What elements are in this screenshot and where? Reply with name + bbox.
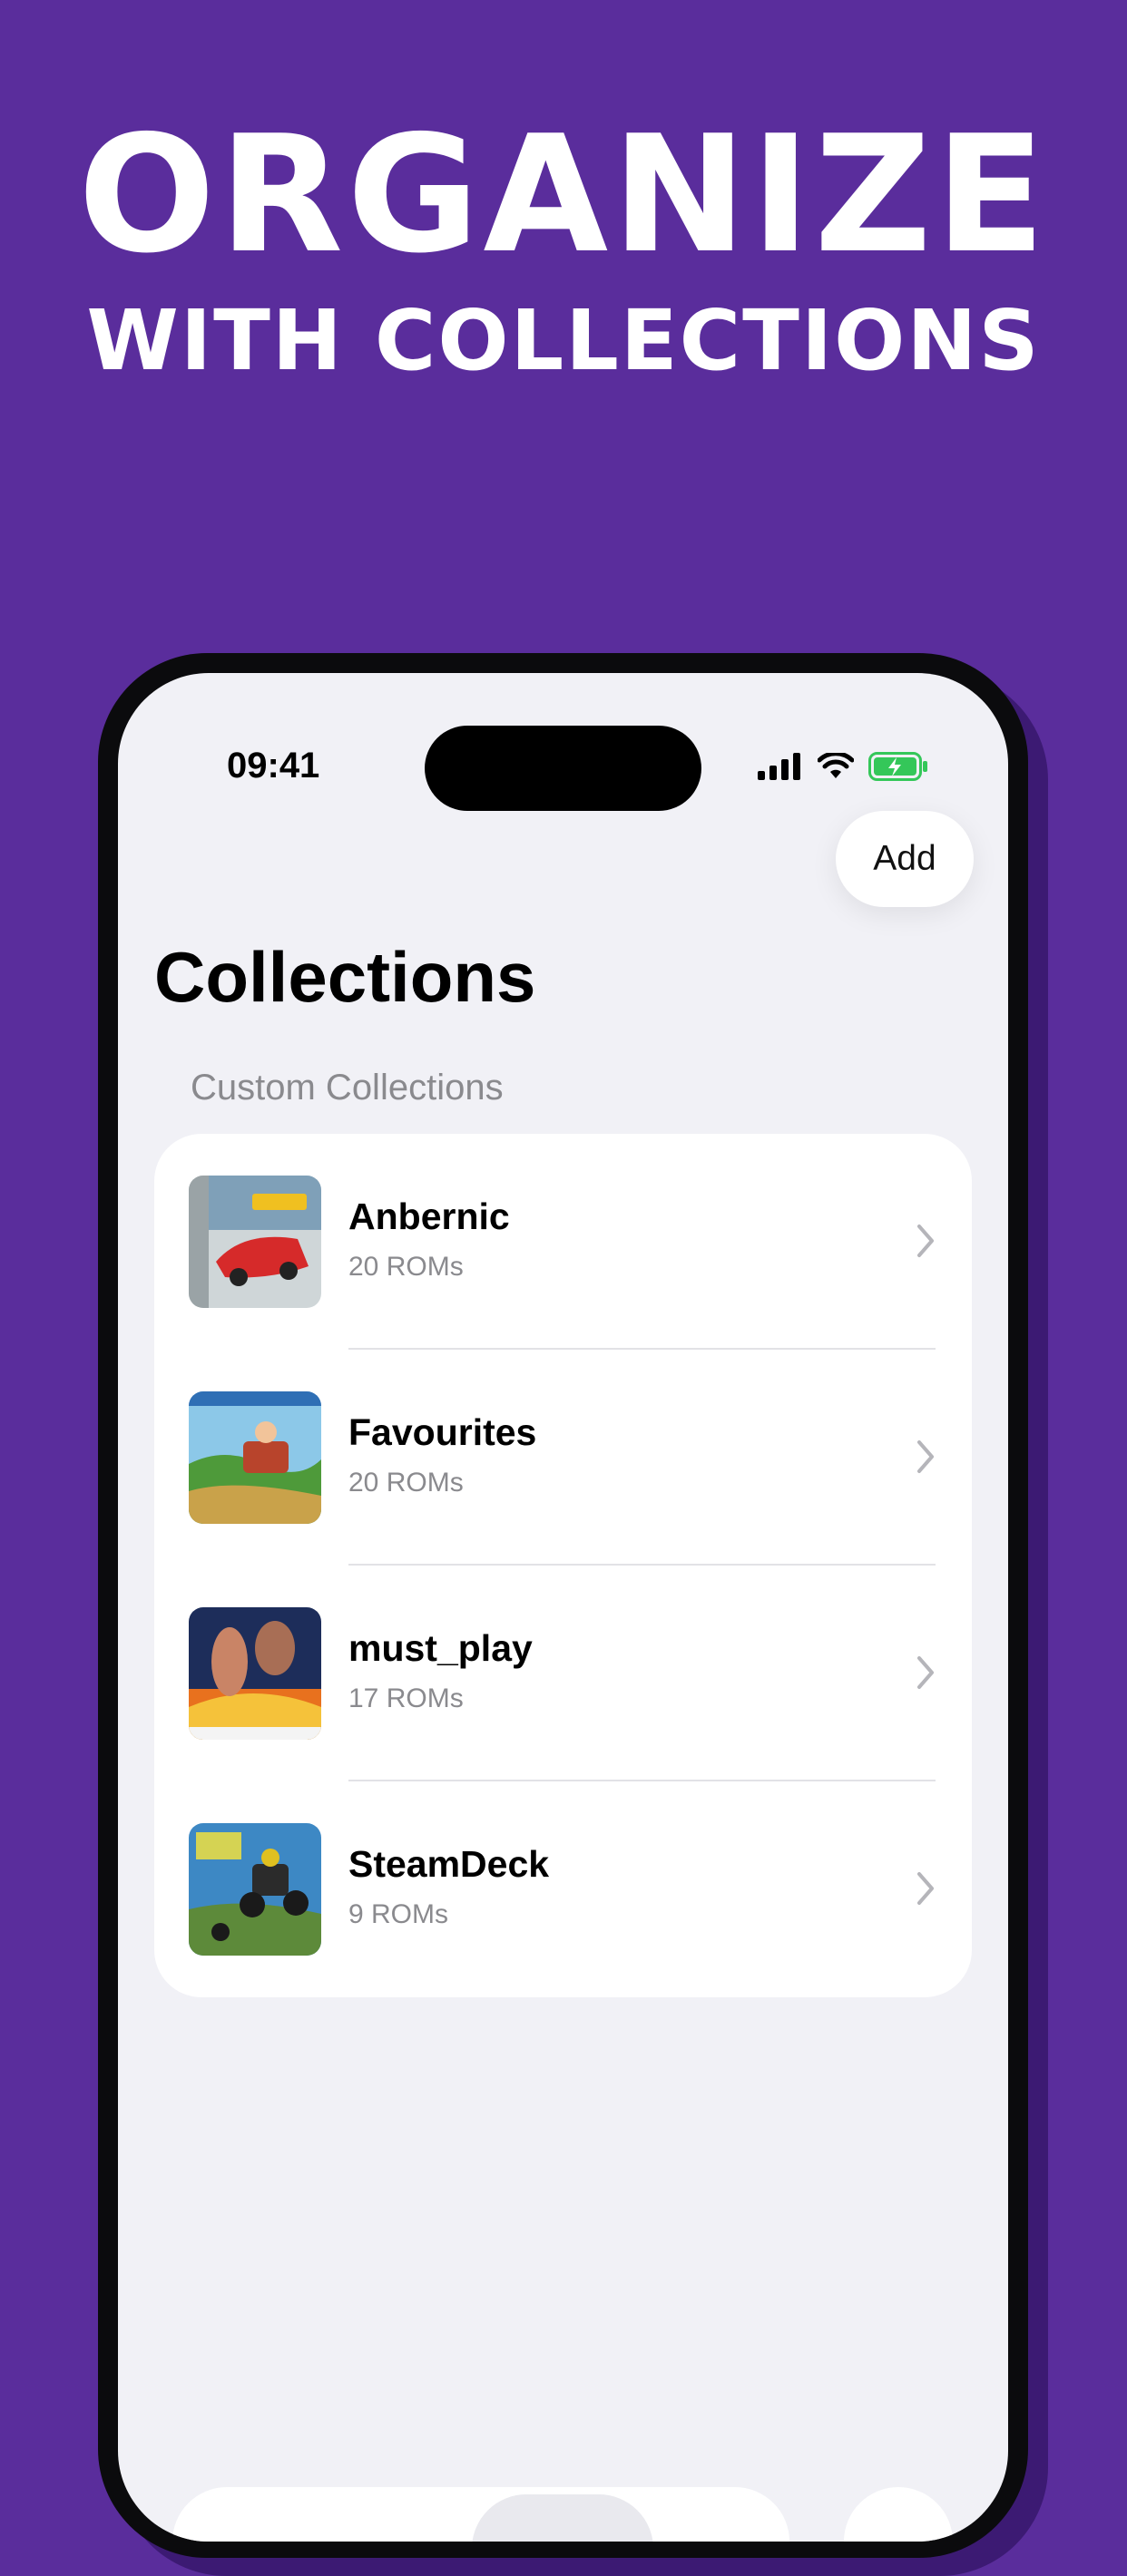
adventure-game-cover	[189, 1391, 321, 1524]
atv-racing-game-cover	[189, 1823, 321, 1956]
chevron-right-icon	[917, 1225, 934, 1257]
collection-count: 20 ROMs	[348, 1468, 464, 1498]
collection-count: 17 ROMs	[348, 1683, 464, 1713]
battery-charging-icon	[868, 752, 927, 781]
collection-row-favourites[interactable]: Favourites 20 ROMs	[154, 1350, 972, 1566]
add-collection-button[interactable]: Add	[836, 811, 974, 907]
chevron-right-icon	[917, 1656, 934, 1689]
collection-name: Anbernic	[348, 1195, 510, 1237]
collections-list: Anbernic 20 ROMs Favourites 20 ROMs must…	[154, 1134, 972, 1997]
phone-frame: 09:41 Add Collections Custom Collections…	[98, 653, 1028, 2558]
collection-count: 9 ROMs	[348, 1899, 449, 1929]
collection-count: 20 ROMs	[348, 1252, 464, 1282]
action-game-cover	[189, 1607, 321, 1740]
tab-bar-search-button[interactable]	[844, 2487, 953, 2542]
tab-bar-selected-pill[interactable]	[472, 2494, 653, 2542]
phone-screen: 09:41 Add Collections Custom Collections…	[118, 673, 1008, 2542]
cellular-signal-icon	[758, 753, 800, 780]
hero-subtitle: WITH COLLECTIONS	[86, 292, 1041, 389]
wifi-icon	[818, 753, 854, 778]
hero-headline: ORGANIZE WITH COLLECTIONS	[0, 109, 1127, 395]
collection-row-steamdeck[interactable]: SteamDeck 9 ROMs	[154, 1781, 972, 1997]
chevron-right-icon	[917, 1872, 934, 1905]
section-header: Custom Collections	[191, 1068, 504, 1107]
collection-row-must-play[interactable]: must_play 17 ROMs	[154, 1566, 972, 1781]
collection-name: must_play	[348, 1627, 533, 1669]
collection-name: Favourites	[348, 1411, 537, 1453]
page-title: Collections	[154, 937, 536, 1017]
status-time: 09:41	[227, 746, 320, 785]
chevron-right-icon	[917, 1440, 934, 1473]
collection-row-anbernic[interactable]: Anbernic 20 ROMs	[154, 1134, 972, 1350]
dynamic-island	[425, 726, 701, 811]
collection-name: SteamDeck	[348, 1843, 550, 1885]
status-icons	[758, 746, 928, 787]
racing-game-cover	[189, 1176, 321, 1308]
hero-title: ORGANIZE	[77, 101, 1050, 288]
